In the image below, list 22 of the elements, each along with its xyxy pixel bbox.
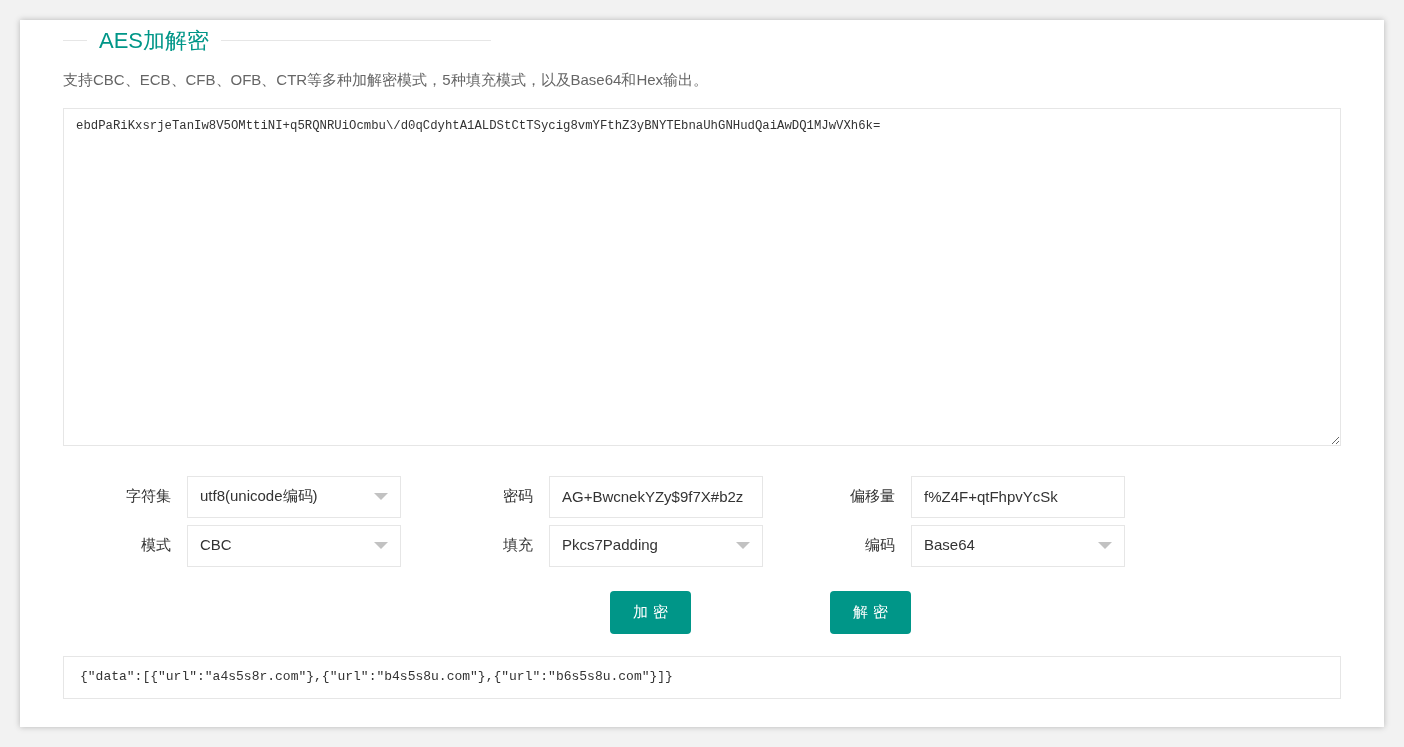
action-button[interactable]: 加 密 <box>610 590 691 634</box>
field-label: 密码 <box>502 486 534 507</box>
text-input[interactable]: f%Z4F+qtFhpvYcSk <box>911 475 1125 518</box>
field-label: 字符集 <box>125 486 172 507</box>
text-input[interactable]: AG+BwcnekYZy$9f7X#b2z <box>549 475 763 518</box>
dropdown-caret-icon <box>374 541 388 550</box>
dropdown-select[interactable]: utf8(unicode编码) <box>187 475 401 518</box>
output-box: {"data":[{"url":"a4s5s8r.com"},{"url":"b4s5s8u.com"},{"url":"b6s5s8u.com"}]} <box>63 655 1341 699</box>
field-label: 填充 <box>502 535 534 556</box>
dropdown-caret-icon <box>374 492 388 501</box>
dropdown-caret-icon <box>1098 541 1112 550</box>
dropdown-select[interactable]: Pkcs7Padding <box>549 524 763 567</box>
description-text: 支持CBC、ECB、CFB、OFB、CTR等多种加解密模式，5种填充模式，以及Base64和Hex输出。 <box>63 70 710 90</box>
section-title: AES加解密 <box>99 27 210 55</box>
field-label: 模式 <box>140 535 172 556</box>
dropdown-select[interactable]: Base64 <box>911 524 1125 567</box>
field-label: 偏移量 <box>849 486 896 507</box>
dropdown-caret-icon <box>736 541 750 550</box>
input-textarea[interactable]: ebdPaRiKxsrjeTanIw8V5OMttiNI+q5RQNRUiOcmbu\/d0qCdyhtA1ALDStCtTSycig8vmYFthZ3yBNYTEbnaUhGNHudQaiAwDQ1MJwVXh6k= <box>63 107 1341 446</box>
action-button[interactable]: 解 密 <box>830 590 911 634</box>
dropdown-select[interactable]: CBC <box>187 524 401 567</box>
field-label: 编码 <box>864 535 896 556</box>
